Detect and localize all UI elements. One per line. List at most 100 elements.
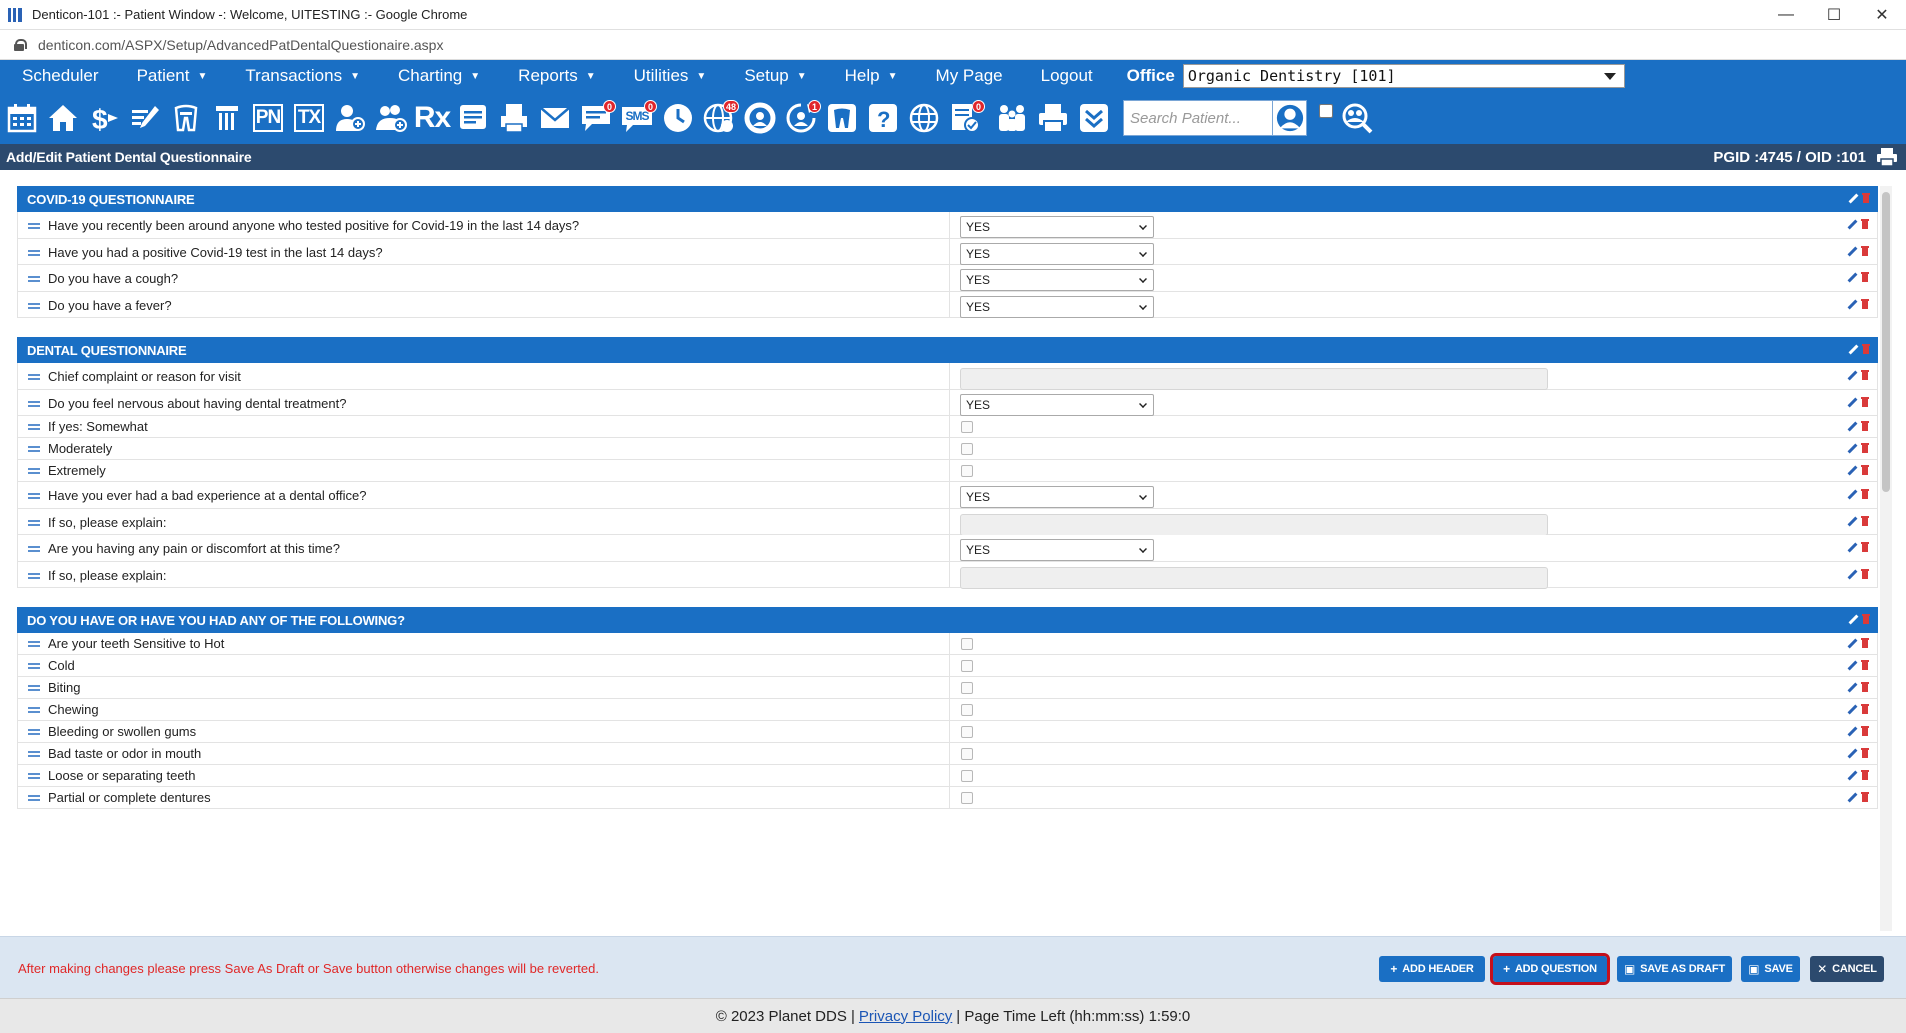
edit-pencil-icon[interactable] — [1846, 370, 1856, 380]
nav-reports[interactable]: Reports ▼ — [496, 66, 611, 86]
add-family-icon[interactable] — [373, 98, 409, 138]
drag-handle-icon[interactable] — [28, 751, 40, 757]
drag-handle-icon[interactable] — [28, 446, 40, 452]
delete-trash-icon[interactable] — [1861, 515, 1869, 526]
nav-logout[interactable]: Logout — [1019, 66, 1109, 86]
edit-pencil-icon[interactable] — [1846, 219, 1856, 229]
forms-icon[interactable]: 0 — [947, 98, 985, 138]
nav-charting[interactable]: Charting ▼ — [376, 66, 496, 86]
answer-checkbox[interactable] — [961, 726, 973, 738]
edit-pencil-icon[interactable] — [1846, 792, 1856, 802]
answer-checkbox[interactable] — [961, 421, 973, 433]
notes-icon[interactable] — [455, 98, 491, 138]
close-button[interactable]: ✕ — [1858, 0, 1906, 30]
save-button[interactable]: ▣ SAVE — [1741, 956, 1800, 982]
minimize-button[interactable]: — — [1762, 0, 1810, 30]
delete-trash-icon[interactable] — [1861, 489, 1869, 499]
edit-pencil-icon[interactable] — [1846, 748, 1856, 758]
answer-text-input[interactable] — [960, 368, 1548, 390]
answer-select[interactable]: YES — [960, 539, 1154, 561]
delete-trash-icon[interactable] — [1861, 272, 1869, 282]
answer-checkbox[interactable] — [961, 682, 973, 694]
answer-select[interactable]: YES — [960, 486, 1154, 508]
edit-pencil-icon[interactable] — [1846, 397, 1856, 407]
delete-trash-icon[interactable] — [1861, 792, 1869, 802]
delete-trash-icon[interactable] — [1861, 370, 1869, 380]
delete-trash-icon[interactable] — [1861, 660, 1869, 670]
answer-checkbox[interactable] — [961, 660, 973, 672]
edit-pencil-icon[interactable] — [1846, 465, 1856, 475]
message-icon[interactable]: 0 — [578, 98, 616, 138]
drag-handle-icon[interactable] — [28, 729, 40, 735]
drag-handle-icon[interactable] — [28, 302, 40, 309]
edit-pencil-icon[interactable] — [1846, 246, 1856, 256]
answer-select[interactable]: YES — [960, 269, 1154, 291]
lifebuoy-icon[interactable] — [742, 98, 778, 138]
sms-icon[interactable]: SMS 0 — [619, 98, 657, 138]
delete-trash-icon[interactable] — [1862, 193, 1870, 203]
questionnaire-scroll-area[interactable]: COVID-19 QUESTIONNAIRE Have you recently … — [17, 186, 1878, 931]
edit-pencil-icon[interactable] — [1846, 726, 1856, 736]
drag-handle-icon[interactable] — [28, 424, 40, 430]
drag-handle-icon[interactable] — [28, 641, 40, 647]
privacy-policy-link[interactable]: Privacy Policy — [859, 1008, 952, 1025]
edit-pencil-icon[interactable] — [1846, 489, 1856, 499]
tooth-icon[interactable] — [168, 98, 204, 138]
answer-checkbox[interactable] — [961, 748, 973, 760]
drag-handle-icon[interactable] — [28, 276, 40, 282]
nav-my-page[interactable]: My Page — [914, 66, 1019, 86]
answer-select[interactable]: YES — [960, 242, 1154, 265]
calendar-icon[interactable] — [4, 98, 40, 138]
edit-pencil-icon[interactable] — [1847, 344, 1857, 354]
tooth-chart-icon[interactable] — [824, 98, 860, 138]
edit-pencil-icon[interactable] — [1846, 770, 1856, 780]
add-header-button[interactable]: + ADD HEADER — [1379, 956, 1485, 982]
delete-trash-icon[interactable] — [1861, 638, 1869, 648]
edit-pencil-icon[interactable] — [1846, 660, 1856, 670]
drag-handle-icon[interactable] — [28, 249, 40, 256]
url-text[interactable]: denticon.com/ASPX/Setup/AdvancedPatDenta… — [38, 37, 443, 53]
drag-handle-icon[interactable] — [28, 707, 40, 713]
office-select[interactable]: Organic Dentistry [101] — [1182, 64, 1625, 88]
lock-icon[interactable] — [14, 38, 27, 51]
answer-text-input[interactable] — [960, 566, 1548, 589]
drag-handle-icon[interactable] — [28, 795, 40, 801]
maximize-button[interactable]: ☐ — [1810, 0, 1858, 30]
answer-select[interactable]: YES — [960, 216, 1154, 238]
delete-trash-icon[interactable] — [1861, 542, 1869, 552]
answer-checkbox[interactable] — [961, 792, 973, 804]
add-patient-icon[interactable] — [332, 98, 368, 138]
address-bar[interactable]: denticon.com/ASPX/Setup/AdvancedPatDenta… — [0, 30, 1906, 60]
search-person-icon[interactable] — [1273, 100, 1307, 136]
nav-scheduler[interactable]: Scheduler — [0, 66, 115, 86]
delete-trash-icon[interactable] — [1861, 443, 1869, 453]
network-icon[interactable] — [906, 98, 942, 138]
clock-icon[interactable] — [660, 98, 696, 138]
delete-trash-icon[interactable] — [1861, 568, 1869, 579]
nav-setup[interactable]: Setup ▼ — [722, 66, 822, 86]
edit-pencil-icon[interactable] — [1846, 638, 1856, 648]
cancel-button[interactable]: ✕ CANCEL — [1810, 956, 1884, 982]
drag-handle-icon[interactable] — [28, 374, 40, 380]
delete-trash-icon[interactable] — [1861, 704, 1869, 714]
answer-checkbox[interactable] — [961, 704, 973, 716]
delete-trash-icon[interactable] — [1861, 726, 1869, 736]
delete-trash-icon[interactable] — [1861, 770, 1869, 780]
rx-icon[interactable]: Rx — [414, 98, 451, 138]
edit-pencil-icon[interactable] — [1846, 272, 1856, 282]
edit-pencil-icon[interactable] — [1846, 704, 1856, 714]
edit-pencil-icon[interactable] — [1846, 682, 1856, 692]
add-question-button[interactable]: + ADD QUESTION — [1490, 953, 1610, 985]
answer-checkbox[interactable] — [961, 443, 973, 455]
delete-trash-icon[interactable] — [1861, 682, 1869, 692]
edit-pencil-icon[interactable] — [1846, 443, 1856, 453]
delete-trash-icon[interactable] — [1861, 245, 1869, 256]
edit-icon[interactable] — [127, 98, 163, 138]
drag-handle-icon[interactable] — [28, 493, 40, 499]
mail-icon[interactable] — [537, 98, 573, 138]
nav-utilities[interactable]: Utilities ▼ — [612, 66, 723, 86]
nav-help[interactable]: Help ▼ — [823, 66, 914, 86]
delete-trash-icon[interactable] — [1861, 748, 1869, 758]
drag-handle-icon[interactable] — [28, 546, 40, 552]
drag-handle-icon[interactable] — [28, 572, 40, 579]
